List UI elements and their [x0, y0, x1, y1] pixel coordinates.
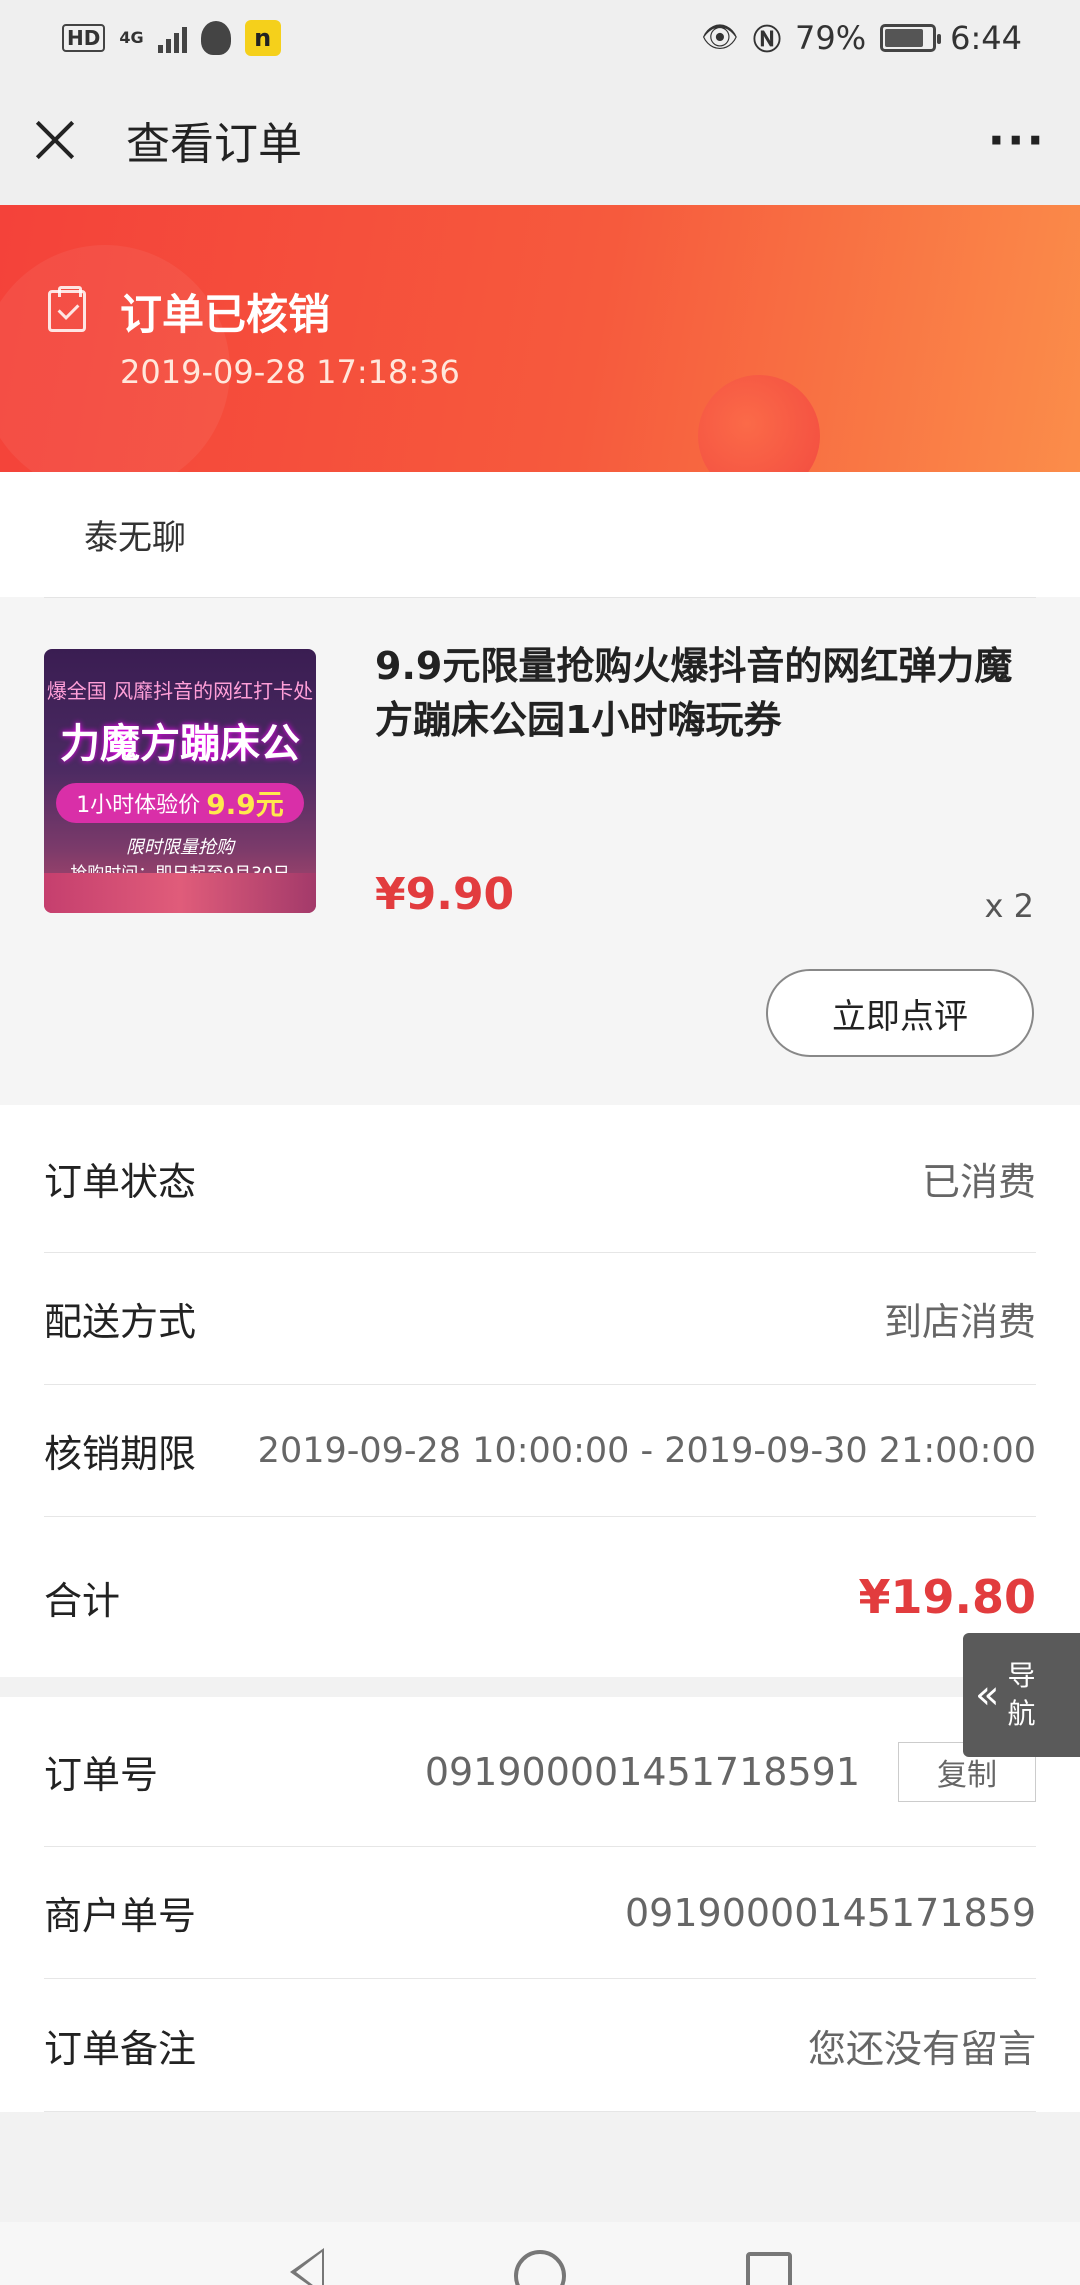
shop-name: 泰无聊	[84, 518, 186, 558]
shop-row[interactable]: 泰无聊	[0, 472, 1080, 597]
product-thumbnail[interactable]: 爆全国 风靡抖音的网红打卡处 力魔方蹦床公 1小时体验价 9.9元 限时限量抢购…	[44, 649, 316, 913]
product-card: 爆全国 风靡抖音的网红打卡处 力魔方蹦床公 1小时体验价 9.9元 限时限量抢购…	[0, 597, 1080, 1105]
nfc-icon: Ⓝ	[753, 22, 782, 56]
order-remark-row: 订单备注 您还没有留言	[44, 1979, 1036, 2112]
thumbnail-headline: 力魔方蹦床公	[60, 721, 300, 767]
hd-indicator: HD	[62, 23, 106, 52]
network-type: 4G	[119, 28, 144, 47]
delivery-row: 配送方式 到店消费	[44, 1253, 1036, 1385]
close-icon[interactable]	[34, 119, 76, 161]
delivery-value: 到店消费	[883, 1300, 1036, 1344]
nav-bar: 查看订单 ···	[0, 75, 1080, 205]
thumbnail-floor	[44, 873, 316, 913]
order-remark-value: 您还没有留言	[807, 2026, 1036, 2071]
total-label: 合计	[44, 1578, 121, 1623]
clock: 6:44	[950, 18, 1022, 57]
page-bottom-spacer	[0, 2112, 1080, 2222]
recent-apps-icon[interactable]	[746, 2252, 792, 2285]
redeem-period-row: 核销期限 2019-09-28 10:00:00 - 2019-09-30 21…	[44, 1385, 1036, 1517]
product-quantity: x 2	[984, 887, 1034, 925]
total-row: 合计 ¥19.80	[44, 1517, 1036, 1677]
total-value: ¥19.80	[858, 1570, 1036, 1624]
eye-comfort-icon: 👁	[700, 20, 739, 55]
product-title[interactable]: 9.9元限量抢购火爆抖音的网红弹力魔方蹦床公园1小时嗨玩券	[375, 639, 1035, 747]
qq-icon	[200, 20, 231, 55]
merchant-number-value: 09190000145171859	[624, 1890, 1036, 1935]
thumbnail-pill-price: 9.9元	[206, 788, 284, 821]
order-info: 订单号 091900001451718591 复制 商户单号 091900001…	[0, 1697, 1080, 2112]
merchant-number-label: 商户单号	[44, 1894, 197, 1938]
thumbnail-caption: 爆全国 风靡抖音的网红打卡处	[46, 679, 314, 703]
order-status-label: 订单状态	[44, 1160, 197, 1204]
order-number-value: 091900001451718591	[424, 1749, 860, 1794]
thumbnail-promo: 限时限量抢购	[126, 837, 234, 858]
floating-nav-label: 导航	[1007, 1659, 1036, 1730]
order-number-row: 订单号 091900001451718591 复制	[44, 1697, 1036, 1847]
battery-fill	[885, 28, 924, 47]
thumbnail-pill-text: 1小时体验价	[76, 793, 201, 818]
order-status-title: 订单已核销	[120, 290, 331, 339]
order-details: 订单状态 已消费 配送方式 到店消费 核销期限 2019-09-28 10:00…	[0, 1105, 1080, 1677]
thumbnail-price-pill: 1小时体验价 9.9元	[56, 783, 304, 823]
redeem-period-value: 2019-09-28 10:00:00 - 2019-09-30 21:00:0…	[257, 1430, 1036, 1471]
delivery-label: 配送方式	[44, 1300, 197, 1344]
battery-percent: 79%	[795, 18, 867, 57]
signal-icon	[157, 23, 187, 53]
app-notification-icon: n	[244, 19, 281, 56]
status-bar: HD 4G n 👁 Ⓝ 79% 6:44	[0, 0, 1080, 75]
battery-icon	[880, 23, 942, 52]
back-icon[interactable]	[290, 2248, 324, 2285]
system-nav-bar	[0, 2222, 1080, 2285]
clipboard-check-icon	[48, 286, 86, 332]
order-status-row: 订单状态 已消费	[44, 1105, 1036, 1253]
floating-nav-button[interactable]: « 导航	[963, 1633, 1080, 1757]
double-chevron-left-icon: «	[975, 1672, 1000, 1718]
order-status-time: 2019-09-28 17:18:36	[120, 353, 460, 391]
product-price: ¥9.90	[375, 869, 515, 920]
order-status-banner: 订单已核销 2019-09-28 17:18:36	[0, 205, 1080, 472]
redeem-period-label: 核销期限	[44, 1432, 197, 1476]
home-icon[interactable]	[514, 2250, 566, 2285]
order-status-value: 已消费	[921, 1160, 1036, 1204]
page-title: 查看订单	[126, 119, 302, 170]
banner-decoration-circle	[698, 375, 820, 472]
review-button[interactable]: 立即点评	[766, 969, 1034, 1057]
more-options-button[interactable]: ···	[988, 113, 1046, 167]
order-remark-label: 订单备注	[44, 2026, 197, 2071]
divider	[44, 597, 1036, 598]
order-number-label: 订单号	[44, 1753, 159, 1797]
merchant-number-row: 商户单号 09190000145171859	[44, 1847, 1036, 1979]
